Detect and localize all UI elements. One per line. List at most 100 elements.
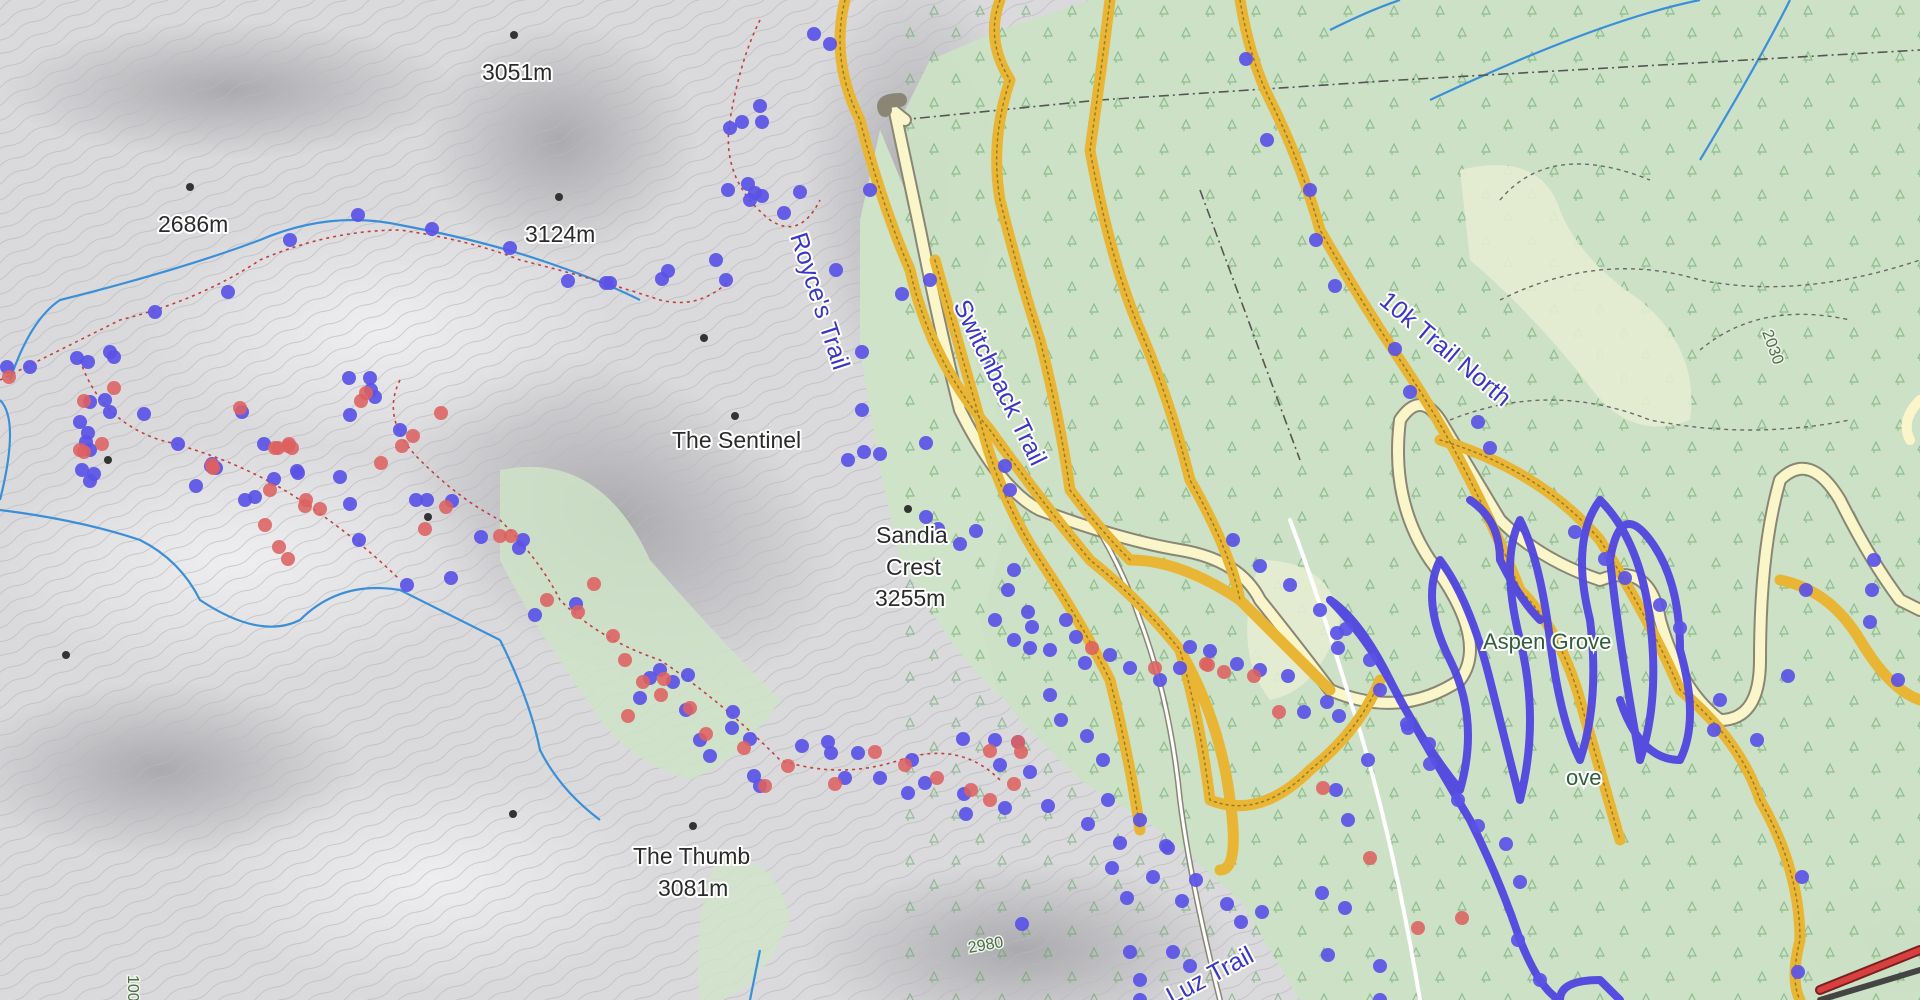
red-waypoint-47[interactable] [898, 758, 912, 772]
red-waypoint-35[interactable] [618, 653, 632, 667]
red-waypoint-22[interactable] [359, 386, 373, 400]
blue-waypoint-14[interactable] [873, 447, 887, 461]
blue-waypoint-81[interactable] [1707, 723, 1721, 737]
blue-waypoint-127[interactable] [795, 739, 809, 753]
blue-waypoint-122[interactable] [901, 786, 915, 800]
blue-waypoint-13[interactable] [857, 445, 871, 459]
blue-waypoint-34[interactable] [1096, 753, 1110, 767]
blue-waypoint-107[interactable] [1123, 661, 1137, 675]
blue-waypoint-161[interactable] [352, 533, 366, 547]
blue-waypoint-125[interactable] [851, 746, 865, 760]
blue-waypoint-218[interactable] [777, 206, 791, 220]
red-waypoint-32[interactable] [571, 605, 585, 619]
red-waypoint-46[interactable] [868, 745, 882, 759]
blue-waypoint-30[interactable] [1023, 641, 1037, 655]
blue-waypoint-150[interactable] [1189, 873, 1203, 887]
red-waypoint-13[interactable] [272, 540, 286, 554]
blue-waypoint-165[interactable] [420, 493, 434, 507]
blue-waypoint-135[interactable] [633, 691, 647, 705]
blue-waypoint-151[interactable] [1220, 897, 1234, 911]
blue-waypoint-209[interactable] [425, 222, 439, 236]
blue-waypoint-188[interactable] [137, 407, 151, 421]
blue-waypoint-190[interactable] [98, 393, 112, 407]
blue-waypoint-205[interactable] [148, 305, 162, 319]
blue-waypoint-108[interactable] [1103, 648, 1117, 662]
blue-waypoint-74[interactable] [1483, 441, 1497, 455]
blue-waypoint-0[interactable] [807, 27, 821, 41]
blue-waypoint-53[interactable] [1313, 603, 1327, 617]
blue-waypoint-204[interactable] [83, 474, 97, 488]
blue-waypoint-70[interactable] [1328, 279, 1342, 293]
blue-waypoint-5[interactable] [735, 115, 749, 129]
red-waypoint-44[interactable] [781, 759, 795, 773]
red-waypoint-30[interactable] [504, 529, 518, 543]
blue-waypoint-6[interactable] [793, 185, 807, 199]
red-waypoint-28[interactable] [439, 500, 453, 514]
blue-waypoint-207[interactable] [283, 233, 297, 247]
red-waypoint-3[interactable] [73, 443, 87, 457]
blue-waypoint-160[interactable] [400, 578, 414, 592]
blue-waypoint-58[interactable] [1422, 737, 1436, 751]
blue-waypoint-119[interactable] [993, 758, 1007, 772]
blue-waypoint-92[interactable] [1332, 709, 1346, 723]
blue-waypoint-177[interactable] [290, 464, 304, 478]
blue-waypoint-129[interactable] [703, 749, 717, 763]
blue-waypoint-115[interactable] [988, 613, 1002, 627]
blue-waypoint-109[interactable] [1078, 656, 1092, 670]
red-waypoint-40[interactable] [621, 709, 635, 723]
blue-waypoint-87[interactable] [1867, 553, 1881, 567]
red-waypoint-65[interactable] [1455, 911, 1469, 925]
blue-waypoint-47[interactable] [1321, 948, 1335, 962]
blue-waypoint-4[interactable] [723, 121, 737, 135]
blue-waypoint-173[interactable] [343, 408, 357, 422]
blue-waypoint-104[interactable] [1183, 640, 1197, 654]
blue-waypoint-73[interactable] [1471, 415, 1485, 429]
blue-waypoint-99[interactable] [1297, 705, 1311, 719]
blue-waypoint-152[interactable] [1015, 917, 1029, 931]
blue-waypoint-187[interactable] [171, 437, 185, 451]
red-waypoint-45[interactable] [828, 777, 842, 791]
blue-waypoint-39[interactable] [1133, 973, 1147, 987]
blue-waypoint-17[interactable] [923, 273, 937, 287]
blue-waypoint-16[interactable] [863, 183, 877, 197]
blue-waypoint-98[interactable] [1320, 695, 1334, 709]
blue-waypoint-36[interactable] [1105, 861, 1119, 875]
blue-waypoint-153[interactable] [1133, 813, 1147, 827]
blue-waypoint-139[interactable] [726, 705, 740, 719]
blue-waypoint-59[interactable] [1423, 757, 1437, 771]
blue-waypoint-175[interactable] [342, 371, 356, 385]
blue-waypoint-25[interactable] [969, 524, 983, 538]
blue-waypoint-111[interactable] [1059, 613, 1073, 627]
blue-waypoint-27[interactable] [1001, 583, 1015, 597]
red-waypoint-55[interactable] [1085, 641, 1099, 655]
blue-waypoint-31[interactable] [1043, 688, 1057, 702]
red-waypoint-14[interactable] [233, 401, 247, 415]
blue-waypoint-159[interactable] [444, 571, 458, 585]
blue-waypoint-97[interactable] [1331, 641, 1345, 655]
blue-waypoint-220[interactable] [741, 177, 755, 191]
blue-waypoint-146[interactable] [998, 801, 1012, 815]
blue-waypoint-100[interactable] [1281, 669, 1295, 683]
red-waypoint-19[interactable] [313, 502, 327, 516]
blue-waypoint-88[interactable] [1865, 583, 1879, 597]
red-waypoint-25[interactable] [434, 406, 448, 420]
red-waypoint-52[interactable] [1014, 745, 1028, 759]
blue-waypoint-183[interactable] [238, 493, 252, 507]
blue-waypoint-195[interactable] [103, 345, 117, 359]
blue-waypoint-202[interactable] [73, 415, 87, 429]
red-waypoint-39[interactable] [654, 688, 668, 702]
blue-waypoint-186[interactable] [189, 479, 203, 493]
red-waypoint-54[interactable] [983, 793, 997, 807]
blue-waypoint-217[interactable] [719, 273, 733, 287]
blue-waypoint-147[interactable] [1081, 817, 1095, 831]
red-waypoint-64[interactable] [1411, 921, 1425, 935]
blue-waypoint-35[interactable] [1101, 793, 1115, 807]
blue-waypoint-56[interactable] [1373, 683, 1387, 697]
blue-waypoint-67[interactable] [1260, 133, 1274, 147]
blue-waypoint-22[interactable] [1003, 483, 1017, 497]
red-waypoint-12[interactable] [281, 552, 295, 566]
red-waypoint-53[interactable] [1007, 777, 1021, 791]
red-waypoint-50[interactable] [983, 744, 997, 758]
red-waypoint-62[interactable] [1316, 781, 1330, 795]
red-waypoint-4[interactable] [95, 437, 109, 451]
